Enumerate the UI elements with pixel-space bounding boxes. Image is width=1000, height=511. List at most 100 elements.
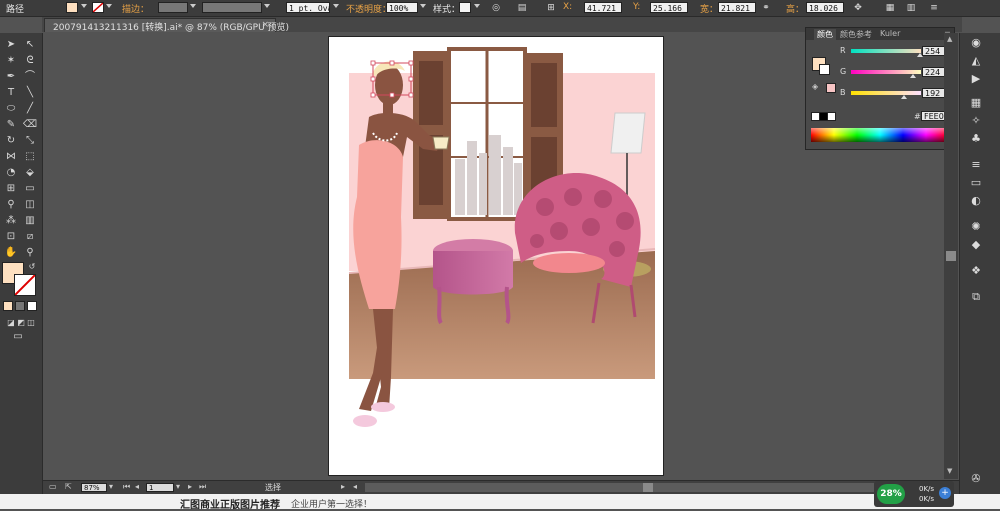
w-label[interactable]: 宽：: [700, 2, 718, 15]
zoom-field[interactable]: 87%: [81, 483, 107, 492]
stroke-label[interactable]: 描边：: [122, 2, 149, 15]
status-menu-icon[interactable]: ▸: [341, 482, 345, 491]
transform-icon[interactable]: ✥: [852, 2, 864, 14]
stroke-color-box[interactable]: [819, 64, 830, 75]
w-field[interactable]: 21.821 mm: [718, 2, 756, 13]
brush-preset-field[interactable]: 1 pt. Oval: [286, 2, 330, 13]
lasso-icon[interactable]: ᘓ: [22, 53, 38, 69]
style-dropdown-icon[interactable]: [474, 4, 480, 8]
eyedropper-icon[interactable]: ⚲: [3, 197, 19, 213]
artboard[interactable]: [328, 36, 664, 476]
screen-mode-icon[interactable]: ▭: [10, 329, 26, 345]
tab-color-guide[interactable]: 颜色参考: [840, 29, 872, 40]
brush-dropdown-icon[interactable]: [333, 4, 339, 8]
symbol-sprayer-icon[interactable]: ⁂: [3, 213, 19, 229]
stroke-panel-icon[interactable]: ≡: [968, 157, 984, 173]
b-slider[interactable]: [851, 91, 921, 95]
scale-icon[interactable]: ⤡: [22, 133, 38, 149]
swatches-icon[interactable]: ▦: [968, 95, 984, 111]
none-mode-icon[interactable]: [27, 301, 37, 311]
width-icon[interactable]: ⋈: [3, 149, 19, 165]
line-icon[interactable]: ╲: [22, 85, 38, 101]
isolate-icon[interactable]: ▦: [884, 2, 896, 14]
selection-tool-icon[interactable]: ➤: [3, 37, 19, 53]
b-slider-thumb[interactable]: [901, 95, 907, 99]
perspective-icon[interactable]: ⬙: [22, 165, 38, 181]
hand-icon[interactable]: ✋: [3, 245, 19, 261]
gradient-mode-icon[interactable]: [15, 301, 25, 311]
fill-dropdown-icon[interactable]: [81, 4, 87, 8]
mesh-icon[interactable]: ⊞: [3, 181, 19, 197]
appearance-icon[interactable]: ✺: [968, 219, 984, 235]
artboards-icon[interactable]: ⧉: [968, 289, 984, 305]
free-transform-icon[interactable]: ⬚: [22, 149, 38, 165]
next-artboard-icon[interactable]: ▸: [188, 482, 192, 491]
stroke-weight-dropdown-icon[interactable]: [190, 4, 196, 8]
pencil-icon[interactable]: ✎: [3, 117, 19, 133]
status-icon[interactable]: ▭: [49, 482, 57, 491]
white-swatch[interactable]: [827, 112, 836, 121]
tab-kuler[interactable]: Kuler: [880, 29, 900, 38]
zoom-dropdown-icon[interactable]: ▾: [109, 482, 113, 491]
column-graph-icon[interactable]: ▥: [22, 213, 38, 229]
x-label[interactable]: X:: [563, 2, 572, 12]
align-icon[interactable]: ▤: [516, 2, 528, 14]
fill-swatch[interactable]: [66, 2, 78, 13]
g-slider-thumb[interactable]: [910, 74, 916, 78]
h-label[interactable]: 高：: [786, 2, 804, 15]
type-icon[interactable]: T: [3, 85, 19, 101]
scroll-thumb[interactable]: [946, 251, 956, 261]
prev-artboard-icon[interactable]: ◂: [135, 482, 139, 491]
stroke-swatch[interactable]: [92, 2, 104, 13]
scroll-down-icon[interactable]: ▼: [947, 467, 952, 475]
x-field[interactable]: 41.721 mm: [584, 2, 622, 13]
last-artboard-icon[interactable]: ⏭: [199, 482, 206, 492]
h-field[interactable]: 18.026 mm: [806, 2, 844, 13]
color-guide-icon[interactable]: ◭: [968, 53, 984, 69]
opacity-dropdown-icon[interactable]: [420, 4, 426, 8]
scroll-up-icon[interactable]: ▲: [947, 35, 952, 43]
document-tab[interactable]: 200791413211316 [转换].ai* @ 87% (RGB/GPU …: [44, 18, 289, 33]
panel-menu-icon[interactable]: ≡: [928, 2, 940, 14]
stroke-color-box[interactable]: [14, 274, 36, 296]
out-of-gamut-icon[interactable]: ◈: [812, 82, 818, 91]
r-slider[interactable]: [851, 49, 921, 53]
color-panel-icon[interactable]: ◉: [968, 35, 984, 51]
rotate-icon[interactable]: ↻: [3, 133, 19, 149]
layers-icon[interactable]: ❖: [968, 263, 984, 279]
vertical-scrollbar[interactable]: ▲ ▼: [944, 33, 958, 479]
gradient-panel-icon[interactable]: ▭: [968, 175, 984, 191]
eraser-icon[interactable]: ⌫: [22, 117, 38, 133]
graphic-style-swatch[interactable]: [459, 2, 471, 13]
kuler-icon[interactable]: ▶: [968, 71, 984, 87]
symbols-icon[interactable]: ♣: [968, 131, 984, 147]
y-label[interactable]: Y:: [633, 2, 640, 12]
gradient-icon[interactable]: ▭: [22, 181, 38, 197]
settings-wrench-icon[interactable]: ✇: [968, 471, 984, 487]
share-icon[interactable]: ⇱: [65, 482, 72, 491]
scroll-left-icon[interactable]: ◂: [353, 482, 357, 491]
shape-builder-icon[interactable]: ◔: [3, 165, 19, 181]
opacity-field[interactable]: 100%: [386, 2, 418, 13]
direct-selection-icon[interactable]: ↖: [22, 37, 38, 53]
artboard-icon[interactable]: ⊡: [3, 229, 19, 245]
first-artboard-icon[interactable]: ⏮: [123, 482, 130, 492]
stroke-dropdown-icon[interactable]: [106, 4, 112, 8]
brush-icon[interactable]: ╱: [22, 101, 38, 117]
ellipse-icon[interactable]: ⬭: [3, 101, 19, 117]
curvature-icon[interactable]: ⌒: [22, 69, 38, 85]
transparency-icon[interactable]: ◐: [968, 193, 984, 209]
artboard-dropdown-icon[interactable]: ▾: [176, 482, 180, 491]
arrange-icon[interactable]: ▥: [905, 2, 917, 14]
color-spectrum[interactable]: [811, 128, 949, 142]
color-mode-icon[interactable]: [3, 301, 13, 311]
network-percent-badge[interactable]: 28%: [877, 484, 905, 504]
recolor-icon[interactable]: ◎: [490, 2, 502, 14]
add-icon[interactable]: +: [939, 487, 951, 499]
last-color-swatch[interactable]: [826, 83, 836, 93]
variable-width-field[interactable]: [202, 2, 262, 13]
brushes-icon[interactable]: ✧: [968, 113, 984, 129]
pen-icon[interactable]: ✒: [3, 69, 19, 85]
variable-width-dropdown-icon[interactable]: [264, 4, 270, 8]
constrain-link-icon[interactable]: ⚭: [760, 2, 772, 14]
